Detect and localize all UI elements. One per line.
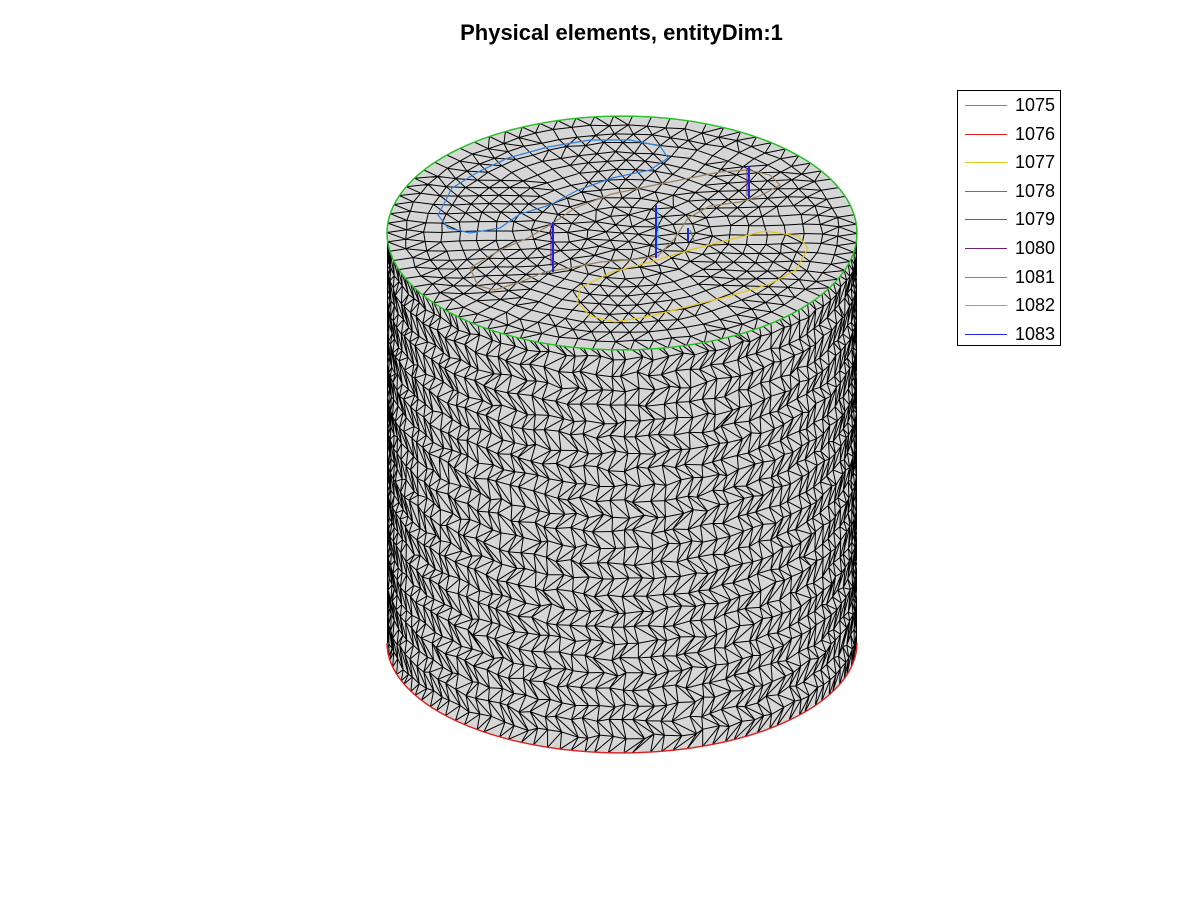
legend-swatch xyxy=(965,105,1007,106)
plot-title: Physical elements, entityDim:1 xyxy=(460,20,783,45)
legend-label: 1078 xyxy=(1015,180,1056,201)
legend-swatch xyxy=(965,305,1007,307)
legend-item: 1082 xyxy=(958,292,1062,320)
legend-item: 1081 xyxy=(958,264,1062,292)
legend-item: 1076 xyxy=(958,121,1062,149)
legend-swatch xyxy=(965,248,1007,249)
legend-item: 1077 xyxy=(958,149,1062,177)
legend-label: 1079 xyxy=(1015,209,1056,230)
legend-label: 1083 xyxy=(1015,323,1056,344)
legend-swatch xyxy=(965,190,1007,192)
legend-item: 1080 xyxy=(958,235,1062,263)
legend-label: 1080 xyxy=(1015,238,1056,258)
legend-swatch xyxy=(965,162,1007,164)
legend-swatch xyxy=(965,333,1007,335)
legend-swatch xyxy=(965,219,1007,221)
legend-swatch xyxy=(965,133,1007,135)
legend-item: 1078 xyxy=(958,178,1062,206)
legend-item: 1075 xyxy=(958,92,1062,120)
legend: 1075 1076 1077 1078 1079 1080 1081 1082 1083 xyxy=(957,90,1061,346)
legend-label: 1075 xyxy=(1015,95,1056,115)
legend-label: 1077 xyxy=(1015,152,1056,173)
legend-label: 1082 xyxy=(1015,295,1056,316)
legend-item: 1083 xyxy=(958,321,1062,349)
legend-item: 1079 xyxy=(958,206,1062,234)
legend-swatch xyxy=(965,276,1007,278)
legend-label: 1076 xyxy=(1015,123,1056,144)
legend-label: 1081 xyxy=(1015,266,1056,287)
